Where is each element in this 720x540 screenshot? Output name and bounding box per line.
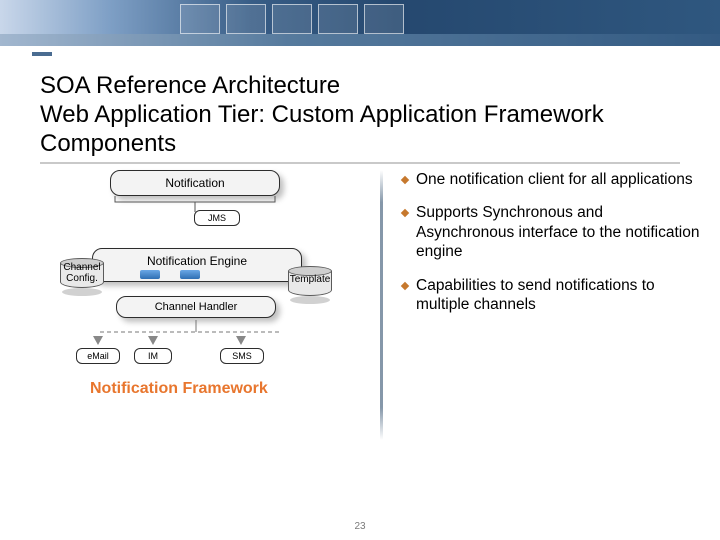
channel-sms-box: SMS — [220, 348, 264, 364]
top-banner — [0, 0, 720, 60]
bullet-item: One notification client for all applicat… — [402, 170, 702, 189]
bullet-text: One notification client for all applicat… — [416, 171, 693, 188]
channel-email-box: eMail — [76, 348, 120, 364]
diagram: Notification JMS Notification Engine Cha… — [30, 170, 360, 470]
bullet-list: One notification client for all applicat… — [402, 170, 702, 328]
channel-config-label: Channel Config. — [54, 262, 110, 284]
channel-im-box: IM — [134, 348, 172, 364]
title-underline — [40, 162, 680, 164]
notification-client-label: Notification — [165, 176, 224, 190]
banner-dash — [32, 52, 52, 56]
page-number: 23 — [0, 521, 720, 532]
banner-decor-boxes — [180, 4, 404, 34]
jms-label: JMS — [208, 213, 226, 223]
cyl-shadow-icon — [288, 296, 332, 310]
arrow-down-icon — [93, 336, 103, 345]
bullet-text: Supports Synchronous and Asynchronous in… — [416, 204, 699, 260]
title-text: SOA Reference Architecture Web Applicati… — [40, 72, 604, 157]
cyl-shadow-icon — [60, 288, 104, 302]
content-area: Notification JMS Notification Engine Cha… — [30, 170, 690, 470]
template-label: Template — [282, 274, 338, 285]
section-title: Notification Framework — [90, 380, 268, 398]
notification-client-box: Notification — [110, 170, 280, 196]
jms-box: JMS — [194, 210, 240, 226]
channel-sms-label: SMS — [232, 351, 252, 361]
notification-engine-label: Notification Engine — [147, 254, 247, 268]
channel-handler-label: Channel Handler — [155, 301, 238, 313]
column-divider — [380, 170, 383, 440]
channel-email-label: eMail — [87, 351, 109, 361]
engine-chip-icon — [180, 270, 200, 279]
bullet-item: Capabilities to send notifications to mu… — [402, 276, 702, 315]
arrow-down-icon — [236, 336, 246, 345]
banner-stripe-2 — [0, 34, 720, 46]
channel-im-label: IM — [148, 351, 158, 361]
page-title: SOA Reference Architecture Web Applicati… — [40, 72, 680, 164]
bullet-item: Supports Synchronous and Asynchronous in… — [402, 203, 702, 261]
arrow-down-icon — [148, 336, 158, 345]
bullet-text: Capabilities to send notifications to mu… — [416, 277, 655, 313]
channel-handler-box: Channel Handler — [116, 296, 276, 318]
engine-chip-icon — [140, 270, 160, 279]
slide: SOA Reference Architecture Web Applicati… — [0, 0, 720, 540]
